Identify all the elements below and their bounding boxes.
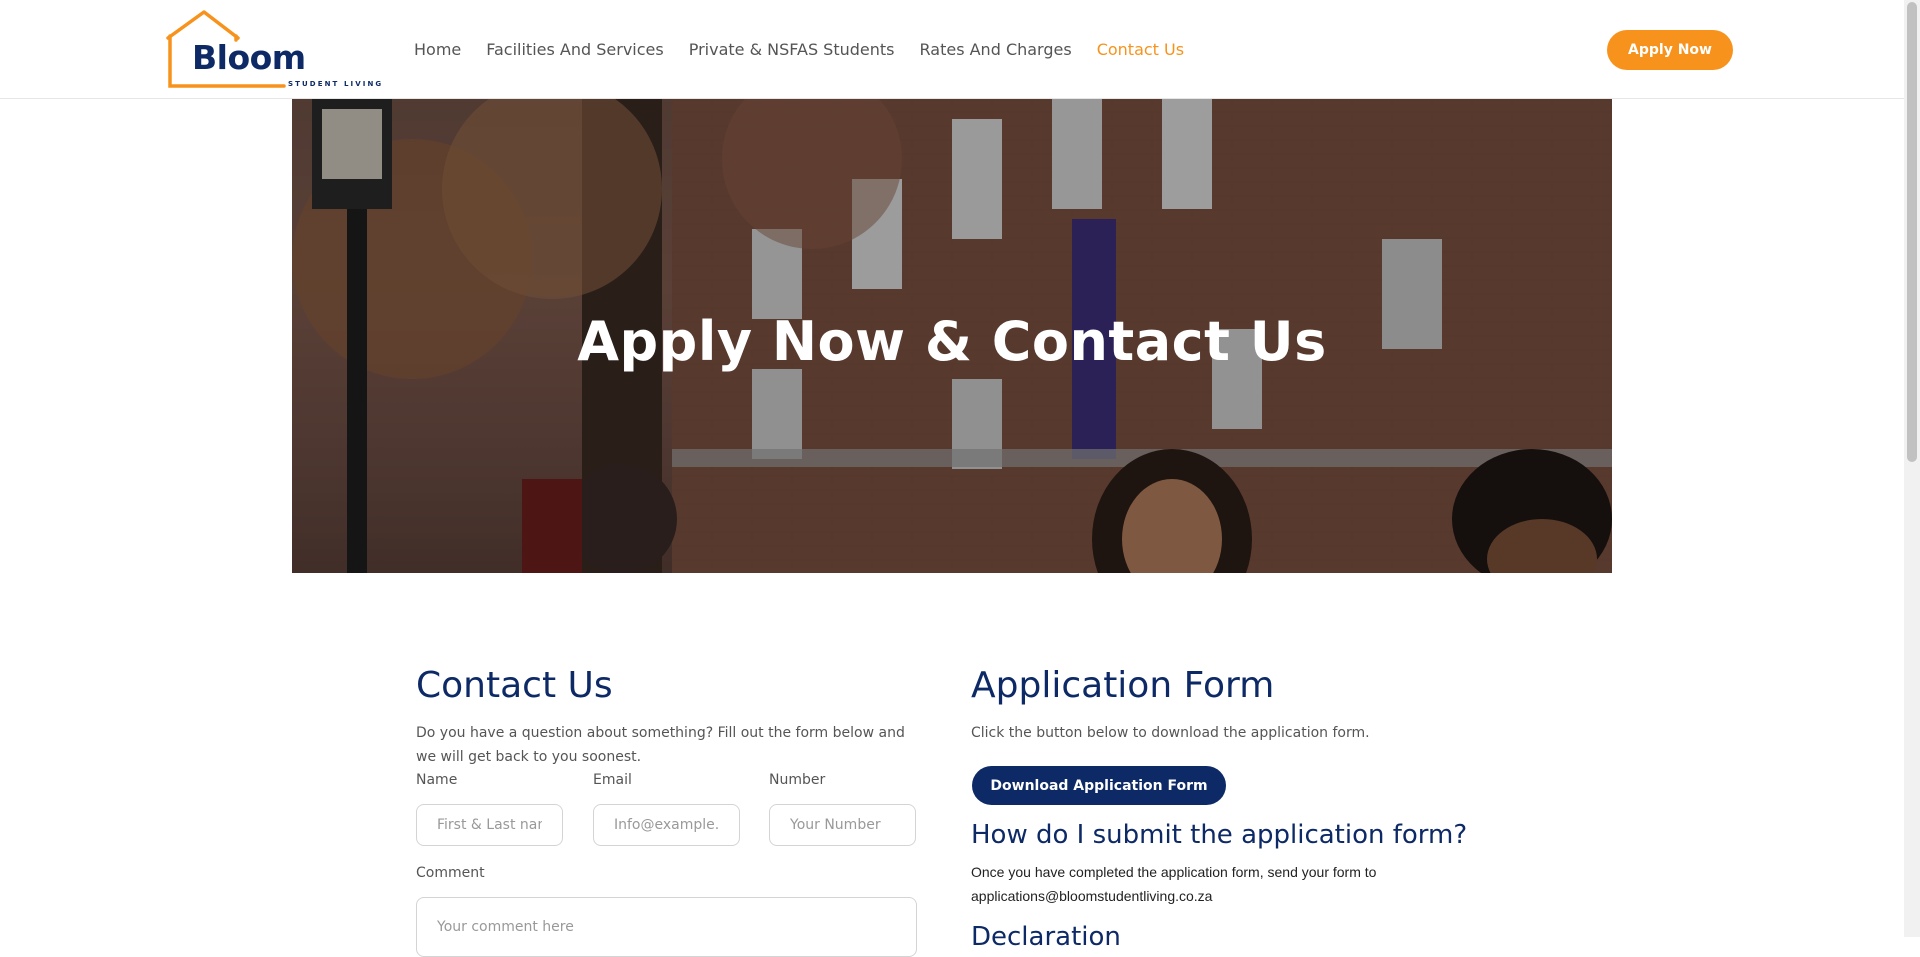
site-header: Bloom STUDENT LIVING Home Facilities And… bbox=[0, 0, 1904, 99]
nav-facilities-and-services[interactable]: Facilities And Services bbox=[486, 38, 663, 62]
application-intro: Click the button below to download the a… bbox=[971, 725, 1370, 741]
contact-intro: Do you have a question about something? … bbox=[416, 725, 905, 765]
email-input[interactable] bbox=[593, 804, 740, 846]
submit-email[interactable]: applications@bloomstudentliving.co.za bbox=[971, 884, 1511, 908]
contact-heading: Contact Us bbox=[416, 665, 613, 706]
hero-banner: Apply Now & Contact Us bbox=[292, 99, 1612, 573]
logo-wordmark: Bloom bbox=[192, 38, 306, 77]
declaration-heading: Declaration bbox=[971, 922, 1121, 952]
nav-contact-us[interactable]: Contact Us bbox=[1097, 38, 1184, 62]
submit-heading: How do I submit the application form? bbox=[971, 820, 1468, 850]
nav-private-nsfas-students[interactable]: Private & NSFAS Students bbox=[689, 38, 895, 62]
logo-tagline: STUDENT LIVING bbox=[288, 80, 384, 88]
submit-text: Once you have completed the application … bbox=[971, 864, 1377, 880]
download-application-form-button[interactable]: Download Application Form bbox=[972, 766, 1226, 805]
nav-home[interactable]: Home bbox=[414, 38, 461, 62]
name-label: Name bbox=[416, 772, 458, 788]
number-input[interactable] bbox=[769, 804, 916, 846]
apply-now-button[interactable]: Apply Now bbox=[1607, 30, 1733, 70]
application-heading: Application Form bbox=[971, 665, 1275, 706]
comment-label: Comment bbox=[416, 865, 485, 881]
main-nav: Home Facilities And Services Private & N… bbox=[414, 38, 1209, 62]
bloom-logo[interactable]: Bloom STUDENT LIVING bbox=[166, 10, 386, 90]
submit-instructions: Once you have completed the application … bbox=[971, 860, 1511, 908]
email-label: Email bbox=[593, 772, 632, 788]
nav-rates-and-charges[interactable]: Rates And Charges bbox=[920, 38, 1072, 62]
hero-title: Apply Now & Contact Us bbox=[577, 310, 1327, 374]
comment-textarea[interactable] bbox=[416, 897, 917, 957]
name-input[interactable] bbox=[416, 804, 563, 846]
number-label: Number bbox=[769, 772, 826, 788]
page-scrollbar-thumb[interactable] bbox=[1907, 2, 1917, 462]
